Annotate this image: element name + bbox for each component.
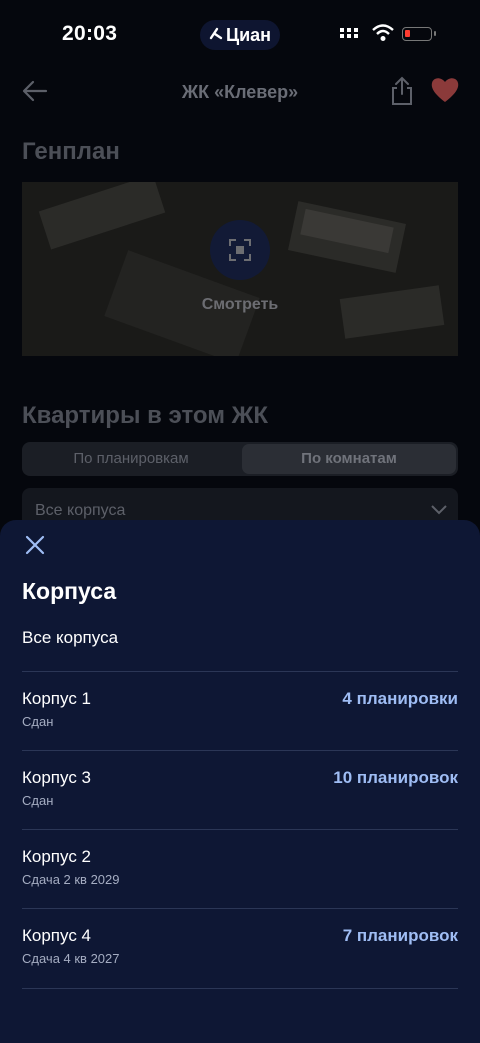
share-icon[interactable]: [390, 76, 414, 111]
building-status: Сдача 2 кв 2029: [22, 872, 120, 887]
building-name: Корпус 2: [22, 847, 92, 866]
signal-icon: [340, 28, 359, 38]
favorite-heart-icon[interactable]: [430, 76, 460, 109]
genplan-heading: Генплан: [22, 138, 120, 165]
close-icon[interactable]: [22, 532, 48, 558]
building-name: Корпус 3: [22, 768, 92, 787]
building-status: Сдача 4 кв 2027: [22, 951, 120, 966]
building-option[interactable]: Корпус 3 Сдан 10 планировок: [22, 750, 458, 829]
battery-icon: [402, 27, 436, 41]
apartments-heading: Квартиры в этом ЖК: [22, 402, 269, 429]
expand-view-icon[interactable]: [210, 220, 270, 280]
layouts-count: 7 планировок: [342, 926, 458, 945]
chevron-down-icon: [430, 502, 448, 520]
layouts-count: 4 планировки: [342, 689, 458, 708]
building-select-value: Все корпуса: [35, 502, 126, 519]
cian-logo-icon: [209, 26, 223, 45]
building-option[interactable]: Корпус 2 Сдача 2 кв 2029: [22, 829, 458, 908]
building-option[interactable]: Корпус 1 Сдан 4 планировки: [22, 671, 458, 750]
building-name: Корпус 1: [22, 689, 92, 708]
status-bar: 20:03 Циан: [0, 0, 480, 70]
buildings-bottom-sheet: Корпуса Все корпуса Корпус 1 Сдан 4 план…: [0, 520, 480, 1043]
building-status: Сдан: [22, 793, 54, 808]
app-pill[interactable]: Циан: [200, 20, 280, 50]
building-status: Сдан: [22, 714, 54, 729]
view-label: Смотреть: [201, 296, 279, 313]
wifi-icon: [372, 24, 394, 47]
app-pill-label: Циан: [225, 24, 272, 45]
tab-by-layouts[interactable]: По планировкам: [22, 442, 240, 476]
layouts-count: 10 планировок: [333, 768, 458, 787]
tab-by-rooms[interactable]: По комнатам: [242, 444, 456, 474]
status-time: 20:03: [62, 22, 118, 45]
option-all-buildings[interactable]: Все корпуса: [22, 628, 118, 648]
building-option[interactable]: Корпус 4 Сдача 4 кв 2027 7 планировок: [22, 908, 458, 987]
sheet-title: Корпуса: [22, 578, 117, 604]
divider: [22, 988, 458, 989]
top-bar: ЖК «Клевер»: [0, 70, 480, 114]
genplan-preview[interactable]: Смотреть: [22, 182, 458, 356]
apartments-tabs: По планировкам По комнатам: [22, 442, 458, 476]
building-name: Корпус 4: [22, 926, 92, 945]
